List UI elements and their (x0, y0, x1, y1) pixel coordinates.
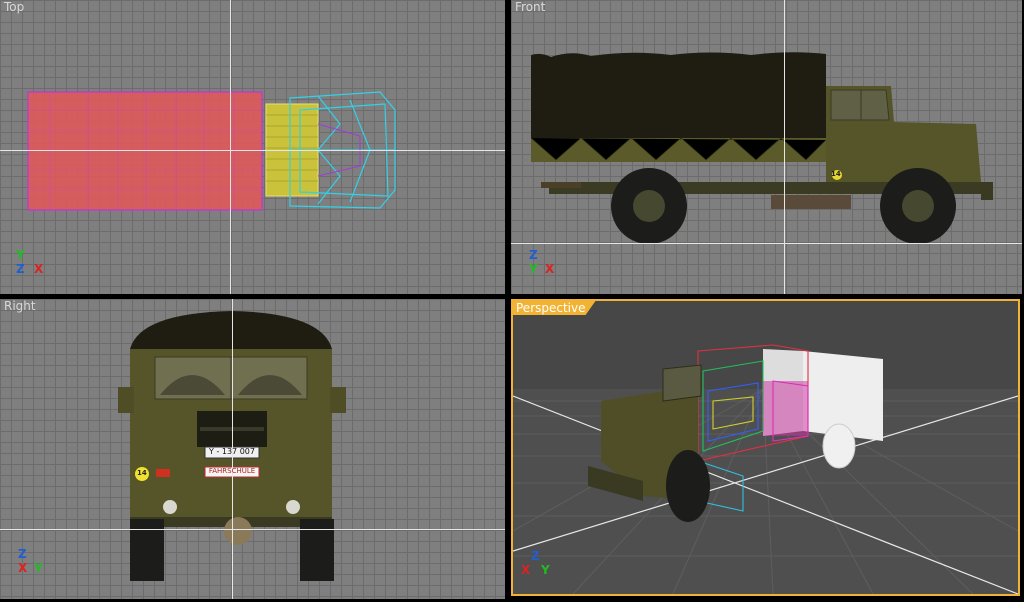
axis-line-vertical (230, 0, 231, 294)
axis-line-horizontal (511, 243, 1022, 244)
viewport-top-label[interactable]: Top (4, 0, 24, 14)
truck-side-render[interactable] (511, 0, 1022, 294)
perspective-scene[interactable] (513, 301, 1018, 594)
viewport-perspective-label[interactable]: Perspective (513, 301, 596, 315)
axis-line-horizontal (0, 150, 505, 151)
viewport-right-label[interactable]: Right (4, 299, 36, 313)
cab-badge-number: 14 (831, 170, 841, 178)
axis-line-horizontal (0, 529, 505, 530)
school-sign: FAHRSCHULE (208, 467, 256, 475)
viewport-front-label[interactable]: Front (515, 0, 545, 14)
front-badge-number: 14 (137, 469, 147, 477)
viewport-perspective[interactable]: Perspective Z X Y (511, 299, 1020, 596)
viewport-top[interactable]: Top Y Z X (0, 0, 505, 294)
truck-top-wireframe[interactable] (0, 0, 505, 294)
license-plate: Y - 137 007 (209, 447, 255, 456)
viewport-front[interactable]: Front 14 Z Y X (511, 0, 1022, 294)
viewport-right[interactable]: Right Y - 137 007 FAHRSCHULE 14 Z X Y (0, 299, 505, 599)
axis-line-vertical (784, 0, 785, 294)
